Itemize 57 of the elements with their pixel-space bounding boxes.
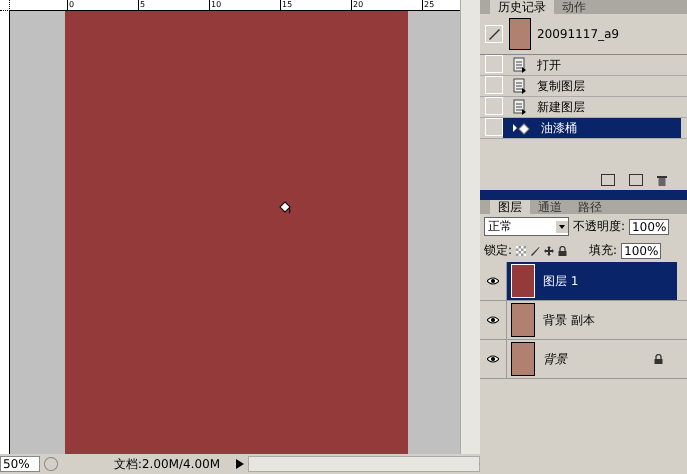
layer-name: 图层 1 xyxy=(543,272,578,290)
layer-name: 背景 副本 xyxy=(543,312,595,328)
history-step[interactable]: 打开 xyxy=(503,55,681,75)
blend-mode-dropdown[interactable]: 正常 xyxy=(484,217,569,236)
brush-icon[interactable] xyxy=(530,246,540,256)
history-source-cell[interactable] xyxy=(485,76,503,94)
move-icon[interactable] xyxy=(544,246,554,256)
ruler-label: 20 xyxy=(351,0,422,10)
fill-label: 填充: xyxy=(589,242,618,259)
ruler-label: 5 xyxy=(138,0,209,10)
history-step[interactable]: 新建图层 xyxy=(503,97,681,117)
document-icon xyxy=(513,78,527,94)
zoom-field[interactable]: 50% xyxy=(0,456,40,472)
layer-row[interactable]: 背景 xyxy=(507,340,677,378)
panel-tab[interactable]: 动作 xyxy=(554,0,594,14)
layer-thumbnail xyxy=(511,264,535,298)
ruler-label: 10 xyxy=(209,0,280,10)
history-step[interactable]: 油漆桶 xyxy=(503,118,681,138)
layer-row[interactable]: 背景 副本 xyxy=(507,301,677,339)
photo-placeholder xyxy=(511,342,535,376)
opacity-label: 不透明度: xyxy=(573,218,626,235)
trash-icon[interactable] xyxy=(657,174,667,186)
status-arrow-icon[interactable] xyxy=(236,459,244,469)
snapshot-name[interactable]: 20091117_a9 xyxy=(537,27,620,41)
layer-name: 背景 xyxy=(543,350,567,368)
lock-icon[interactable] xyxy=(558,246,568,256)
ruler-origin[interactable] xyxy=(0,0,10,11)
document-size-text: 文档:2.00M/4.00M xyxy=(112,456,222,472)
panel-tab[interactable]: 图层 xyxy=(490,200,530,214)
eye-icon[interactable] xyxy=(487,316,499,324)
paint-bucket-icon xyxy=(513,121,531,135)
history-source-cell[interactable] xyxy=(485,118,503,136)
eye-icon[interactable] xyxy=(487,355,499,363)
photo-placeholder xyxy=(509,18,531,50)
caret-icon xyxy=(556,220,568,232)
opacity-field[interactable]: 100% xyxy=(629,218,670,234)
document-icon xyxy=(513,99,527,115)
ruler-label: 15 xyxy=(280,0,351,10)
horizontal-scrollbar[interactable] xyxy=(248,456,480,472)
lock-transparency-icon[interactable] xyxy=(516,246,526,256)
history-source-cell[interactable] xyxy=(485,55,503,73)
lock-label: 锁定: xyxy=(484,242,512,259)
history-source-cell[interactable] xyxy=(485,97,503,115)
fill-field[interactable]: 100% xyxy=(621,242,662,258)
vertical-scrollbar[interactable] xyxy=(460,0,480,454)
panel-tab[interactable]: 通道 xyxy=(530,200,570,214)
ruler-label: 0 xyxy=(67,0,138,10)
eye-icon[interactable] xyxy=(487,277,499,285)
panel-tab[interactable]: 历史记录 xyxy=(490,0,554,14)
history-source-cell[interactable] xyxy=(485,25,503,43)
panel-tab[interactable]: 路径 xyxy=(570,200,610,214)
document-icon xyxy=(513,57,527,73)
history-step[interactable]: 复制图层 xyxy=(503,76,681,96)
layer-row[interactable]: 图层 1 xyxy=(507,262,677,300)
paint-bucket-cursor-icon xyxy=(278,201,292,215)
brush-icon xyxy=(487,27,501,41)
photo-placeholder xyxy=(511,303,535,337)
